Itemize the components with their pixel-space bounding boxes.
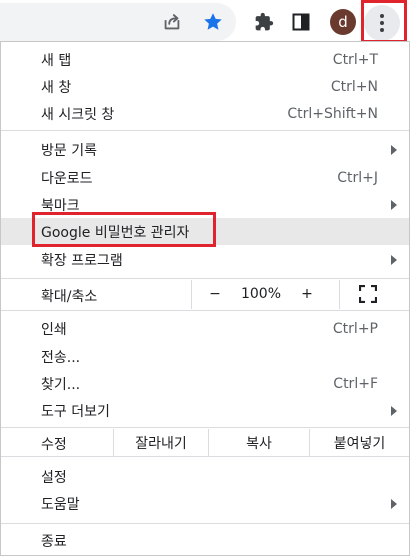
menu-item-settings[interactable]: 설정 <box>1 463 409 490</box>
menu-item-label: 다운로드 <box>41 170 93 187</box>
fullscreen-button[interactable] <box>353 280 383 308</box>
menu-item-shortcut: Ctrl+T <box>332 51 378 68</box>
star-icon[interactable] <box>198 7 228 37</box>
share-icon[interactable] <box>158 8 186 36</box>
menu-item-shortcut: Ctrl+P <box>332 320 378 337</box>
menu-separator <box>1 278 409 279</box>
menu-item-label: 인쇄 <box>41 321 67 338</box>
plus-icon: + <box>301 286 313 302</box>
cut-label: 잘라내기 <box>135 435 187 452</box>
menu-item-extensions[interactable]: 확장 프로그램 <box>1 246 409 273</box>
submenu-arrow-icon <box>391 498 397 509</box>
menu-item-more-tools[interactable]: 도구 더보기 <box>1 397 409 424</box>
zoom-label: 확대/축소 <box>41 289 98 305</box>
paste-label: 붙여넣기 <box>333 435 386 452</box>
avatar-letter: d <box>338 12 348 31</box>
menu-item-print[interactable]: 인쇄 Ctrl+P <box>1 315 409 342</box>
menu-item-cast[interactable]: 전송... <box>1 343 409 370</box>
copy-label: 복사 <box>246 435 272 452</box>
edit-row: 수정 잘라내기 복사 붙여넣기 <box>1 429 409 456</box>
cut-button[interactable]: 잘라내기 <box>114 429 208 456</box>
submenu-arrow-icon <box>391 254 397 265</box>
menu-item-label: 도움말 <box>41 496 80 513</box>
menu-separator <box>1 427 409 428</box>
puzzle-icon[interactable] <box>250 8 278 36</box>
copy-button[interactable]: 복사 <box>209 429 309 456</box>
menu-separator <box>1 130 409 131</box>
menu-item-shortcut: Ctrl+N <box>330 78 378 95</box>
menu-item-label: 설정 <box>41 469 67 486</box>
zoom-row: 확대/축소 − 100% + <box>1 280 409 309</box>
menu-separator <box>1 310 409 311</box>
menu-item-shortcut: Ctrl+F <box>333 375 378 392</box>
side-panel-icon[interactable] <box>287 8 315 36</box>
menu-item-label: 찾기... <box>41 376 81 393</box>
zoom-out-button[interactable]: − <box>201 280 229 308</box>
submenu-arrow-icon <box>391 405 397 416</box>
menu-item-downloads[interactable]: 다운로드 Ctrl+J <box>1 164 409 191</box>
menu-item-new-tab[interactable]: 새 탭 Ctrl+T <box>1 46 409 73</box>
menu-item-history[interactable]: 방문 기록 <box>1 136 409 163</box>
submenu-arrow-icon <box>391 199 397 210</box>
menu-item-label: 방문 기록 <box>41 142 97 159</box>
zoom-divider <box>191 280 192 309</box>
zoom-divider <box>339 280 340 309</box>
menu-item-help[interactable]: 도움말 <box>1 490 409 517</box>
menu-item-label: 새 탭 <box>41 52 72 69</box>
menu-item-label: 전송... <box>41 349 81 366</box>
chrome-menu: 새 탭 Ctrl+T 새 창 Ctrl+N 새 시크릿 창 Ctrl+Shift… <box>0 41 410 556</box>
menu-item-exit[interactable]: 종료 <box>1 527 409 554</box>
zoom-level: 100% <box>240 286 282 302</box>
submenu-arrow-icon <box>391 144 397 155</box>
menu-item-label: 종료 <box>41 533 67 550</box>
fullscreen-icon <box>359 285 377 303</box>
menu-item-label: 새 시크릿 창 <box>41 106 115 123</box>
menu-item-new-window[interactable]: 새 창 Ctrl+N <box>1 73 409 100</box>
menu-item-label: 확장 프로그램 <box>41 252 123 269</box>
menu-item-new-incognito[interactable]: 새 시크릿 창 Ctrl+Shift+N <box>1 100 409 127</box>
minus-icon: − <box>209 286 221 302</box>
menu-button-highlight <box>361 0 407 43</box>
menu-item-label: 새 창 <box>41 79 72 96</box>
profile-avatar[interactable]: d <box>330 9 356 35</box>
password-manager-highlight <box>32 212 216 247</box>
menu-item-shortcut: Ctrl+J <box>337 169 378 186</box>
edit-label: 수정 <box>41 437 67 453</box>
menu-item-label: 도구 더보기 <box>41 403 110 420</box>
browser-toolbar: d <box>0 0 410 44</box>
paste-button[interactable]: 붙여넣기 <box>310 429 409 456</box>
menu-item-shortcut: Ctrl+Shift+N <box>287 105 378 122</box>
menu-separator <box>1 523 409 524</box>
menu-item-find[interactable]: 찾기... Ctrl+F <box>1 370 409 397</box>
menu-separator <box>1 456 409 457</box>
zoom-in-button[interactable]: + <box>293 280 321 308</box>
